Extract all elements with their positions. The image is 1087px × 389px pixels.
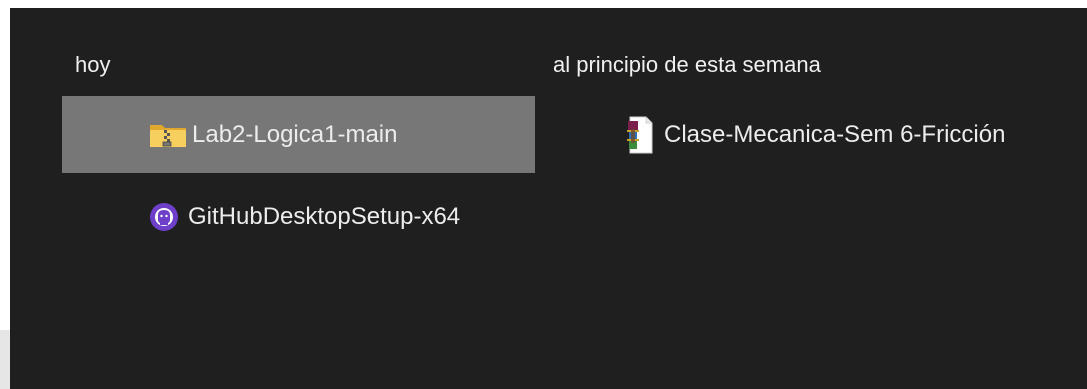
file-item-githubdesktopsetup-x64[interactable]: GitHubDesktopSetup-x64 [62, 178, 535, 255]
group-header-today: hoy [75, 52, 111, 77]
github-desktop-icon [144, 197, 184, 237]
file-item-label: Clase-Mecanica-Sem 6-Fricción [664, 120, 1006, 148]
left-edge [0, 330, 10, 389]
file-explorer-window: hoy Lab2-Logica1-main GitHubDesktopSetup… [10, 8, 1087, 389]
file-item-label: GitHubDesktopSetup-x64 [188, 202, 461, 230]
file-item-label: Lab2-Logica1-main [192, 120, 398, 148]
file-item-lab2-logica1-main[interactable]: Lab2-Logica1-main [62, 96, 535, 173]
winrar-archive-icon [620, 115, 660, 155]
group-header-early-this-week: al principio de esta semana [553, 52, 821, 77]
zip-folder-icon [148, 115, 188, 155]
file-item-clase-mecanica-sem6-friccion[interactable]: Clase-Mecanica-Sem 6-Fricción [600, 96, 1087, 173]
